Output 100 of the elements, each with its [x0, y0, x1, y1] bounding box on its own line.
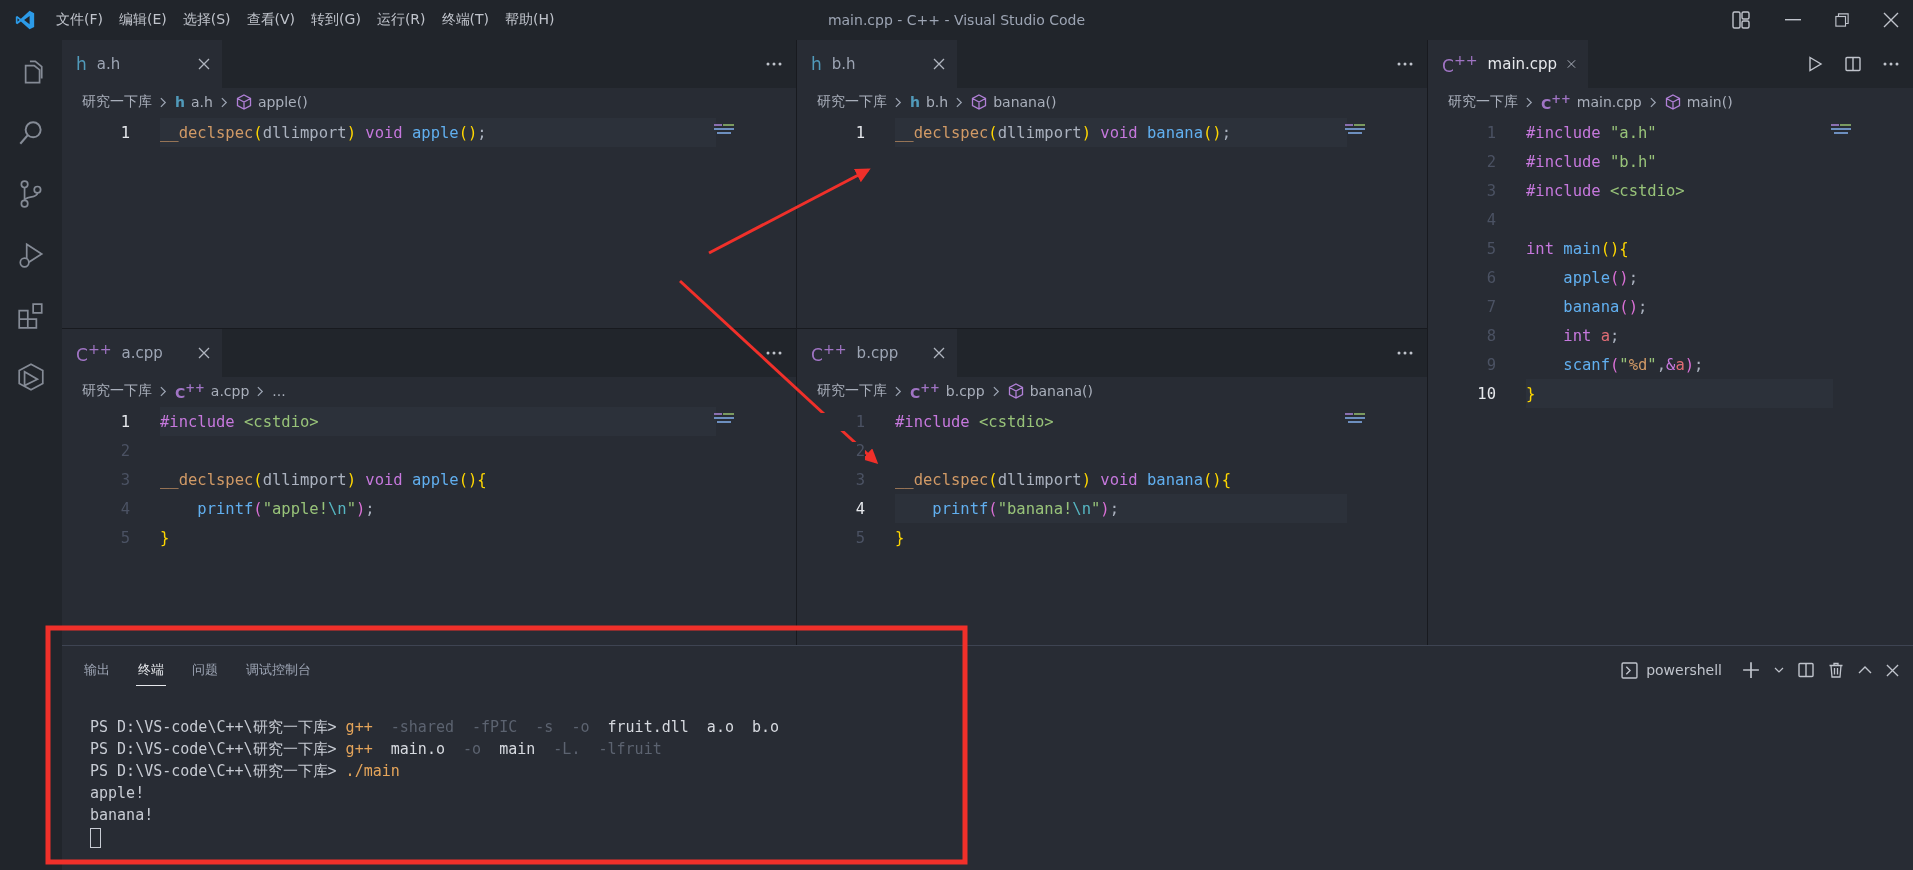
editor-tab[interactable]: h b.h [797, 40, 957, 88]
menu-item[interactable]: 终端(T) [433, 7, 497, 33]
breadcrumb-item[interactable]: b.h [925, 94, 949, 110]
trash-icon[interactable] [1828, 662, 1844, 678]
close-icon[interactable] [1883, 12, 1899, 28]
panel-tab[interactable]: 输出 [82, 654, 112, 686]
window-title: main.cpp - C++ - Visual Studio Code [827, 12, 1086, 28]
close-icon[interactable] [198, 347, 210, 359]
menu-item[interactable]: 查看(V) [238, 7, 304, 33]
layout-icon[interactable] [1731, 10, 1751, 30]
panel-tab[interactable]: 调试控制台 [244, 654, 313, 686]
editor-tab[interactable]: C$^{++}$ b.cpp [797, 329, 957, 377]
more-actions-icon[interactable] [766, 62, 782, 66]
chevron-icon [160, 96, 167, 108]
terminal-text: main [498, 740, 536, 758]
run-icon[interactable] [1807, 56, 1823, 72]
editor-tab[interactable]: C$^{++}$ main.cpp [1428, 40, 1588, 88]
code-token: apple [1563, 268, 1610, 287]
code-token: __declspec [895, 123, 989, 142]
breadcrumb-item[interactable]: apple() [257, 94, 308, 110]
terminal-text: -shared -fPIC -s -o [389, 718, 590, 736]
file-type-icon: h [910, 94, 920, 110]
code-token: ) [346, 123, 356, 142]
code-token: banana [1146, 470, 1203, 489]
code-token: ; [477, 123, 487, 142]
menu-item[interactable]: 编辑(E) [111, 7, 175, 33]
terminal-text: apple! [90, 784, 145, 802]
code-token: } [1526, 384, 1536, 403]
code-token: " [1647, 355, 1657, 374]
restore-icon[interactable] [1835, 13, 1849, 27]
close-icon[interactable] [1886, 663, 1899, 677]
more-actions-icon[interactable] [766, 351, 782, 355]
code-token: <cstdio> [978, 412, 1054, 431]
breadcrumb-item[interactable]: banana() [1029, 383, 1093, 399]
menu-item[interactable]: 运行(R) [368, 7, 434, 33]
code-token: "b.h" [1609, 152, 1657, 171]
hexagon-icon[interactable] [16, 362, 46, 392]
terminal-text: -L. -lfruit [552, 740, 662, 758]
editor-tab[interactable]: C$^{++}$ a.cpp [62, 329, 222, 377]
code-token: \n [1072, 499, 1091, 518]
code-token: "banana! [997, 499, 1073, 518]
chevron-icon [1649, 96, 1657, 108]
code-token: ( [253, 123, 263, 142]
code-token: " [346, 499, 356, 518]
code-token: ) [1100, 499, 1110, 518]
menu-item[interactable]: 帮助(H) [497, 7, 563, 33]
more-actions-icon[interactable] [1397, 62, 1413, 66]
breadcrumb-item[interactable]: a.h [190, 94, 213, 110]
breadcrumb-item[interactable]: 研究一下库 [82, 382, 152, 400]
minimap-drawing [1345, 124, 1365, 134]
code-token: __declspec [160, 123, 254, 142]
breadcrumb-item[interactable]: ... [272, 383, 286, 399]
breadcrumb-item[interactable]: a.cpp [210, 383, 250, 399]
breadcrumb-item[interactable]: main.cpp [1576, 94, 1642, 110]
run-debug-icon[interactable] [16, 240, 46, 270]
code-token: () [458, 123, 478, 142]
chevron-icon [992, 385, 1000, 397]
chevron-down-icon[interactable] [1774, 667, 1784, 673]
code-token: #include [1526, 152, 1601, 171]
more-actions-icon[interactable] [1883, 62, 1899, 66]
code-token: printf [197, 499, 254, 518]
caret-up-icon[interactable] [1858, 666, 1872, 674]
panel-tab[interactable]: 终端 [136, 654, 166, 686]
breadcrumb-item[interactable]: banana() [993, 94, 1057, 110]
minimize-icon[interactable] [1785, 19, 1801, 21]
code-token: " [1619, 355, 1629, 374]
panel-tab[interactable]: 问题 [190, 654, 220, 686]
breadcrumb-item[interactable]: main() [1686, 94, 1733, 110]
terminal-text: g++ [344, 740, 373, 758]
extensions-icon[interactable] [16, 301, 46, 331]
breadcrumb-item[interactable]: b.cpp [945, 383, 985, 399]
breadcrumb-item[interactable]: 研究一下库 [817, 382, 887, 400]
close-icon[interactable] [198, 58, 210, 70]
cube-icon [235, 94, 252, 110]
close-icon[interactable] [933, 347, 945, 359]
menu-item[interactable]: 文件(F) [48, 7, 111, 33]
more-actions-icon[interactable] [1397, 351, 1413, 355]
code-token: <cstdio> [1609, 181, 1685, 200]
close-icon[interactable] [933, 58, 945, 70]
breadcrumb-item[interactable]: 研究一下库 [82, 93, 152, 111]
code-token: void [364, 470, 403, 489]
split-editor-icon[interactable] [1845, 56, 1861, 72]
code-token: apple [411, 470, 459, 489]
menu-item[interactable]: 选择(S) [174, 7, 239, 33]
chevron-icon [895, 96, 902, 108]
code-token: } [895, 528, 905, 547]
split-terminal-icon[interactable] [1798, 662, 1814, 678]
file-type-icon: h [175, 94, 185, 110]
plus-icon[interactable] [1742, 661, 1760, 679]
code-token: ) [1684, 355, 1695, 374]
code-token: (){ [458, 470, 487, 489]
editor-tab[interactable]: h a.h [62, 40, 222, 88]
code-token: a [1599, 326, 1610, 345]
breadcrumb-item[interactable]: 研究一下库 [817, 93, 887, 111]
menu-item[interactable]: 转到(G) [303, 7, 369, 33]
terminal-selector[interactable]: powershell [1646, 662, 1722, 678]
breadcrumb-item[interactable]: 研究一下库 [1448, 93, 1518, 111]
code-token: ; [1610, 326, 1620, 345]
minimap-drawing [714, 413, 734, 423]
code-token: ; [1109, 499, 1119, 518]
